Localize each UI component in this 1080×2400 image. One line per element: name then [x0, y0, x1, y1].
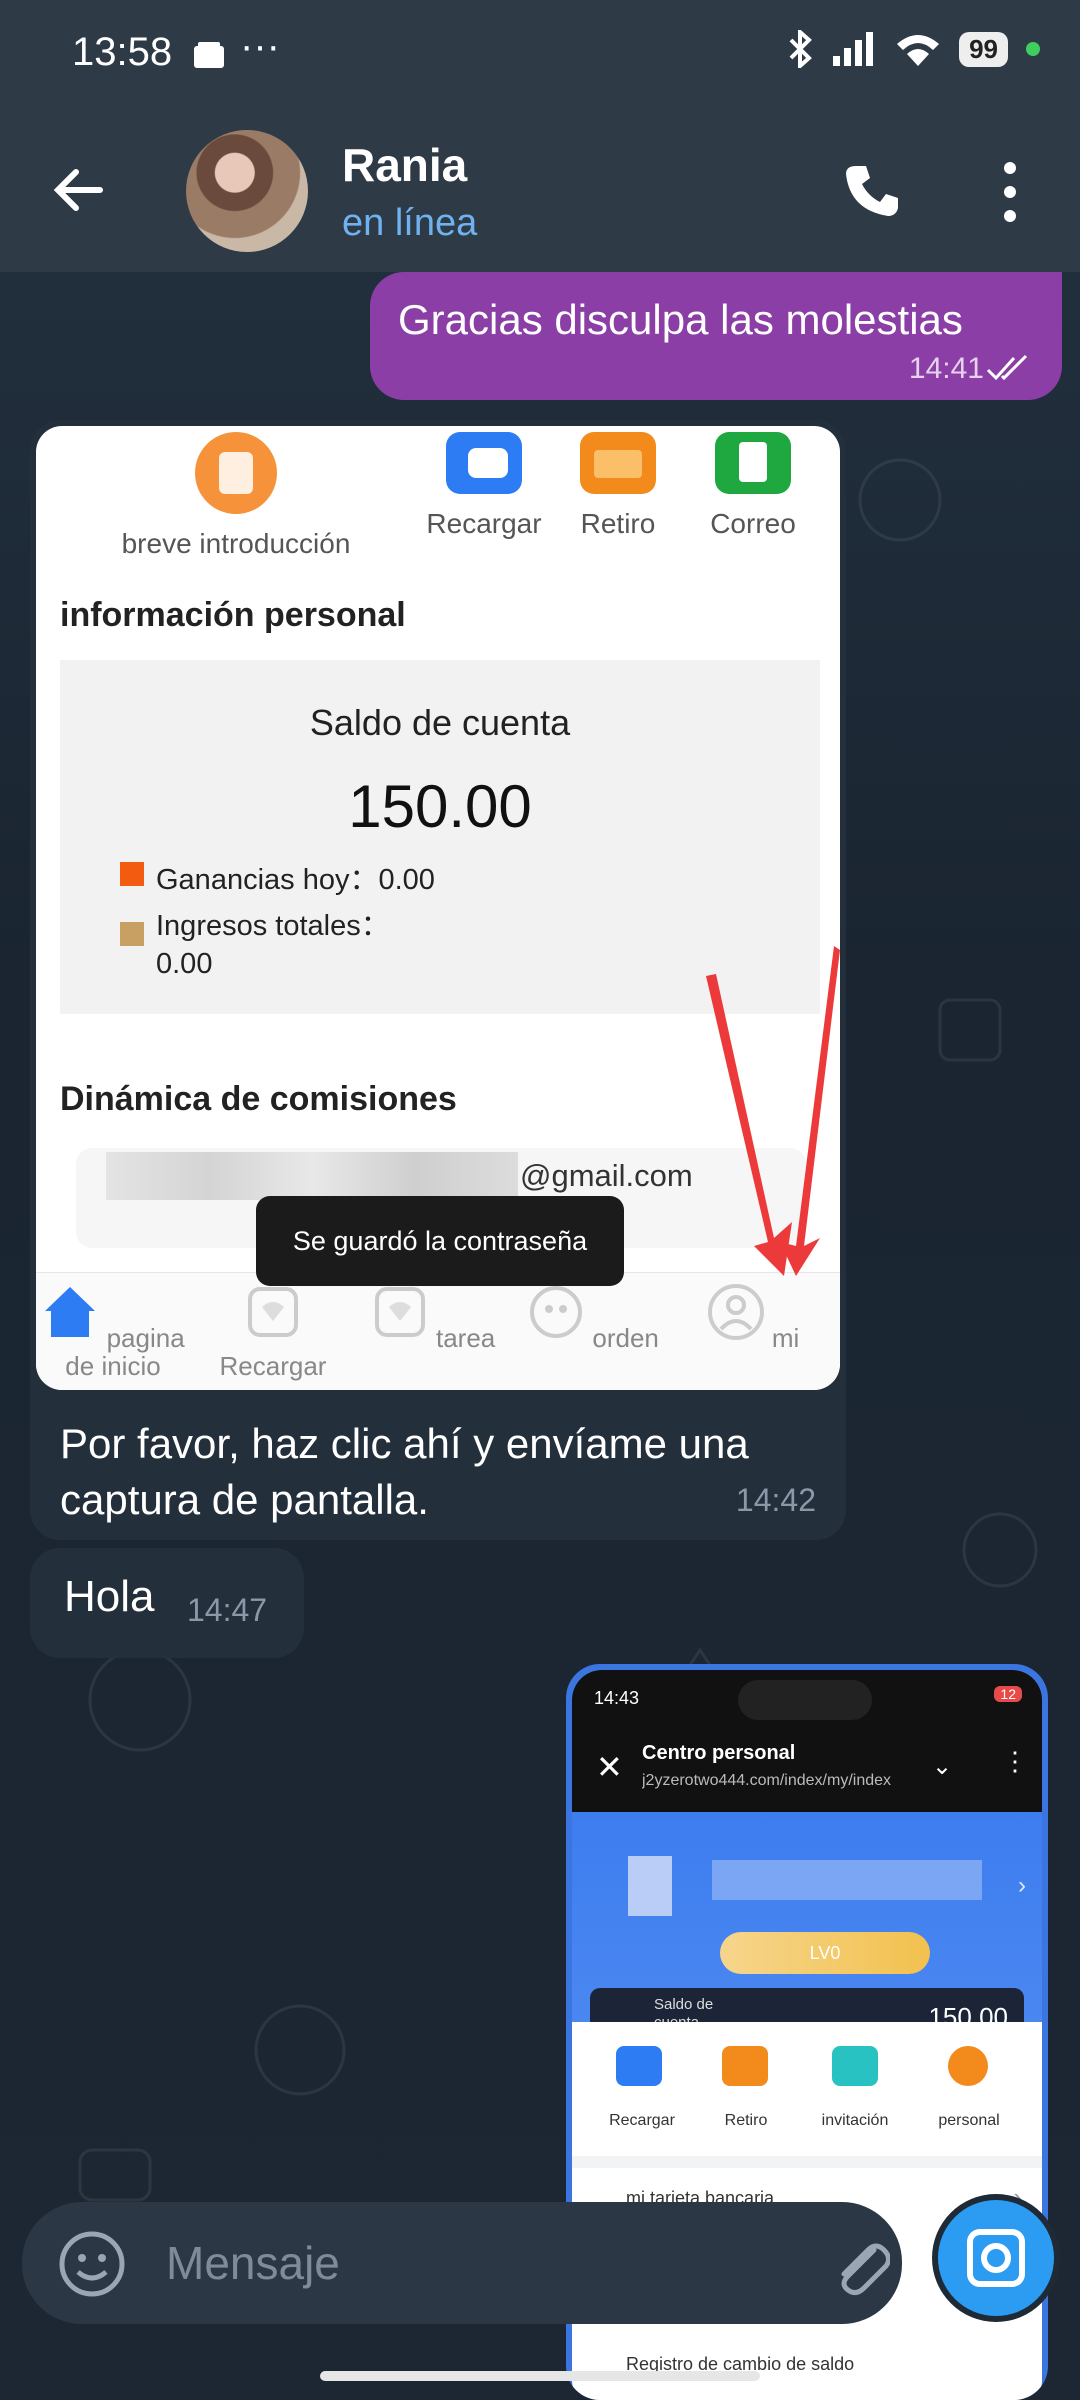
nav-task-label: tarea [435, 1323, 496, 1353]
read-ticks-icon [986, 354, 1028, 381]
red-arrows [706, 946, 840, 1276]
withdraw-icon [580, 432, 656, 494]
withdraw-item: Retiro [568, 432, 668, 540]
inner-withdraw-label: Retiro [724, 2112, 768, 2129]
nav-me: mi [678, 1283, 828, 1352]
inner-withdraw-icon [722, 2046, 768, 2086]
mail-icon [715, 432, 791, 494]
inner-recharge-icon [616, 2046, 662, 2086]
inner-personal-icon [948, 2046, 988, 2086]
battery-indicator: 99 [959, 31, 1008, 67]
dynamic-island [738, 1680, 872, 1720]
toast-message: Se guardó la contraseña [256, 1196, 624, 1286]
section-title: información personal [60, 596, 406, 634]
inner-url: j2yzerotwo444.com/index/my/index [642, 1772, 892, 1789]
nav-home: pagina de inicio [38, 1283, 188, 1380]
contact-name[interactable]: Rania [342, 138, 467, 192]
income-marker [120, 922, 144, 946]
message-text: Por favor, haz clic ahí y envíame una ca… [60, 1420, 749, 1523]
message-time: 14:47 [187, 1592, 268, 1628]
message-bubble-incoming-image[interactable]: breve introducción Recargar Retiro Corre… [30, 420, 846, 1540]
nav-recharge-label: Recargar [219, 1351, 327, 1381]
withdraw-label: Retiro [580, 508, 656, 539]
emoji-icon[interactable] [58, 2230, 126, 2298]
inner-title: Centro personal [642, 1742, 796, 1764]
contact-status: en línea [342, 202, 478, 244]
inner-personal-label: personal [938, 2112, 1000, 2129]
nav-me-label: mi [771, 1323, 800, 1353]
inner-browser-bar: ✕ Centro personal j2yzerotwo444.com/inde… [572, 1730, 1042, 1812]
intro-label: breve introducción [121, 528, 351, 559]
card-title: Saldo de cuenta [309, 702, 571, 743]
notification-icon [194, 42, 224, 68]
mail-label: Correo [710, 508, 796, 539]
message-text: Gracias disculpa las molestias [398, 296, 963, 343]
home-icon [45, 1287, 96, 1337]
intro-icon [195, 432, 277, 514]
contact-avatar[interactable] [186, 130, 308, 252]
signal-icon [833, 32, 874, 66]
bottom-navigation: pagina de inicio Recargar tarea orden mi [36, 1272, 840, 1390]
chevron-right-icon: › [1018, 1872, 1026, 1899]
profile-icon [707, 1284, 764, 1340]
home-indicator[interactable] [320, 2371, 760, 2381]
message-text: Hola [64, 1572, 155, 1621]
inner-time: 14:43 [594, 1688, 640, 1708]
earnings-marker [120, 862, 144, 886]
inner-invite-label: invitación [821, 2112, 889, 2129]
bluetooth-icon [789, 30, 812, 68]
recharge-nav-icon [248, 1287, 298, 1337]
wifi-icon [897, 35, 940, 66]
chat-header: Rania en línea [0, 110, 1080, 272]
message-composer: Mensaje [22, 2202, 902, 2324]
camera-icon [967, 2229, 1025, 2287]
back-arrow-icon[interactable] [50, 162, 106, 218]
total-income-label: Ingresos totales： [156, 910, 390, 942]
recharge-icon [446, 432, 522, 494]
status-time: 13:58 [72, 30, 173, 74]
active-dot [1026, 42, 1040, 56]
commissions-title: Dinámica de comisiones [60, 1080, 457, 1118]
inner-battery: 12 [994, 1686, 1022, 1702]
more-options-icon[interactable] [996, 160, 1024, 224]
order-icon [530, 1286, 583, 1338]
message-time: 14:41 [908, 352, 984, 385]
email-suffix: @gmail.com [520, 1158, 693, 1193]
nav-recharge: Recargar [198, 1283, 348, 1380]
inner-more-icon: ⋮ [1002, 1746, 1028, 1776]
more-notifications-icon: ··· [240, 24, 280, 68]
attach-icon[interactable] [830, 2232, 890, 2298]
camera-button[interactable] [938, 2200, 1054, 2316]
mail-item: Correo [698, 432, 808, 540]
message-input[interactable]: Mensaje [166, 2236, 340, 2290]
inner-divider [572, 2156, 1042, 2168]
close-icon: ✕ [596, 1749, 623, 1785]
level-badge: LV0 [720, 1932, 930, 1974]
redacted-avatar [628, 1856, 672, 1916]
recharge-item: Recargar [414, 432, 554, 540]
screenshot-image[interactable]: breve introducción Recargar Retiro Corre… [36, 426, 840, 1390]
earnings-today: Ganancias hoy：0.00 [156, 864, 435, 896]
nav-order-label: orden [592, 1323, 659, 1353]
message-bubble-outgoing[interactable]: Gracias disculpa las molestias 14:41 [370, 272, 1062, 400]
message-time: 14:42 [735, 1482, 816, 1518]
intro-item: breve introducción [116, 432, 356, 560]
recharge-label: Recargar [426, 508, 542, 539]
status-bar: 13:58 ··· 99 [0, 0, 1080, 110]
message-bubble-incoming[interactable]: Hola 14:47 [30, 1548, 304, 1658]
inner-invite-icon [832, 2046, 878, 2086]
redacted-email [106, 1152, 518, 1200]
inner-recharge-label: Recargar [609, 2112, 675, 2129]
task-icon [374, 1287, 425, 1337]
redacted-name [712, 1860, 982, 1900]
nav-task: tarea [358, 1283, 508, 1352]
nav-order: orden [518, 1283, 668, 1352]
inner-status-bar: 14:43 12 [572, 1670, 1042, 1730]
balance-value: 150.00 [348, 773, 532, 840]
total-income-value: 0.00 [156, 948, 213, 980]
chevron-down-icon: ⌄ [932, 1753, 953, 1780]
phone-icon[interactable] [842, 160, 902, 220]
